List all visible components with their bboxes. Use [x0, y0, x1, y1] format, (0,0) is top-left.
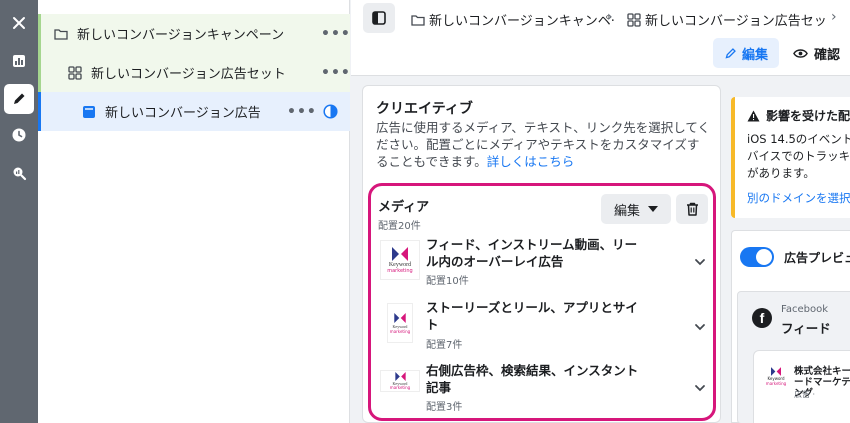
sponsored-label: 広告 ·	[794, 390, 816, 399]
breadcrumb-adset-label: 新しいコンバージョン広告セッ	[645, 14, 827, 29]
icon-rail	[0, 0, 38, 423]
delete-media-button[interactable]	[676, 194, 708, 224]
tree-item-adset[interactable]: 新しいコンバージョン広告セット •••	[38, 53, 350, 92]
ios-alert-card: 影響を受けた配 iOS 14.5のイベント バイスでのトラッキ があります。 別…	[731, 97, 850, 218]
edit-mode-button[interactable]: 編集	[713, 38, 779, 68]
alert-body-line: バイスでのトラッキ	[747, 149, 850, 163]
media-edit-label: 編集	[613, 203, 640, 219]
status-half-circle-icon	[323, 104, 338, 123]
placement-thumbnail: Keyword marketing	[380, 370, 420, 392]
campaign-label: 新しいコンバージョンキャンペーン	[77, 28, 285, 43]
platform-name: Facebook	[781, 304, 828, 315]
keyword-marketing-logo-icon	[394, 372, 406, 381]
pencil-icon[interactable]	[4, 84, 34, 114]
breadcrumb-adset[interactable]: 新しいコンバージョン広告セッ	[627, 10, 827, 29]
preview-label: 広告プレビュ	[784, 251, 850, 265]
chevron-down-icon[interactable]	[694, 382, 706, 394]
creative-card: クリエイティブ 広告に使用するメディア、テキスト、リンク先を選択してください。配…	[362, 85, 721, 423]
adset-more-button[interactable]: •••	[321, 65, 351, 81]
placement-item[interactable]: Keyword marketing 右側広告枠、検索結果、インスタント記事 配置…	[378, 362, 708, 422]
grid-icon	[67, 65, 83, 81]
keyword-marketing-logo-icon	[394, 312, 406, 323]
ad-square-icon	[81, 104, 97, 120]
placement-title: 右側広告枠、検索結果、インスタント記事	[426, 363, 639, 395]
folder-icon	[411, 14, 425, 26]
placement-thumbnail: Keyword marketing	[380, 240, 420, 280]
ad-preview-card: 広告プレビュ f Facebook フィード Keyword marketing…	[731, 230, 850, 423]
media-section: メディア 配置20件 編集 Keyword marketing フィード、インス…	[368, 183, 716, 421]
review-mode-label: 確認	[814, 47, 841, 63]
placement-count: 配置7件	[426, 340, 463, 351]
grid-icon	[627, 12, 641, 27]
select-domain-link[interactable]: 別のドメインを選択	[747, 190, 850, 206]
placement-thumbnail: Keyword marketing	[387, 303, 413, 343]
warning-icon	[747, 110, 760, 121]
placement-item[interactable]: Keyword marketing フィード、インストリーム動画、リール内のオー…	[378, 234, 708, 294]
media-edit-dropdown[interactable]: 編集	[601, 194, 671, 224]
alert-body-line: があります。	[747, 166, 815, 180]
ad-post-preview[interactable]: Keyword marketing 株式会社キーワードマーケティング 広告 ·	[753, 350, 850, 423]
breadcrumb-bar: 新しいコンバージョンキャンペ· › 新しいコンバージョン広告セッ ›	[351, 0, 850, 36]
campaign-more-button[interactable]: •••	[321, 26, 351, 42]
learn-more-link[interactable]: 詳しくはこちら	[487, 154, 575, 169]
chevron-down-icon[interactable]	[694, 256, 706, 268]
chevron-down-icon[interactable]	[694, 321, 706, 333]
clock-icon[interactable]	[4, 120, 34, 150]
creative-title: クリエイティブ	[376, 101, 473, 117]
sidebar-icon	[372, 11, 386, 25]
alert-title-text: 影響を受けた配	[766, 109, 850, 123]
action-bar: 編集 確認	[351, 36, 850, 76]
close-icon[interactable]	[4, 8, 34, 38]
structure-tree: 新しいコンバージョンキャンペーン ••• 新しいコンバージョン広告セット •••…	[38, 0, 350, 423]
search-analytics-icon[interactable]	[4, 158, 34, 188]
keyword-marketing-logo-icon	[392, 246, 408, 261]
alert-body: iOS 14.5のイベント バイスでのトラッキ があります。	[747, 131, 850, 182]
trash-icon	[686, 202, 698, 216]
edit-mode-label: 編集	[741, 47, 768, 63]
breadcrumb-campaign-label: 新しいコンバージョンキャンペ·	[429, 14, 615, 29]
chart-icon[interactable]	[4, 46, 34, 76]
facebook-icon: f	[752, 308, 772, 328]
caret-down-icon	[648, 206, 658, 212]
advertiser-avatar: Keyword marketing	[763, 363, 789, 389]
media-title: メディア	[378, 200, 430, 215]
eye-icon	[793, 48, 808, 58]
placement-count: 配置10件	[426, 276, 469, 287]
folder-icon	[53, 26, 69, 42]
thumbnail-text-marketing: marketing	[389, 328, 411, 334]
thumbnail-text-marketing: marketing	[765, 380, 787, 386]
breadcrumb-campaign[interactable]: 新しいコンバージョンキャンペ·	[411, 10, 615, 29]
placement-count: 配置3件	[426, 402, 463, 413]
placement-name: フィード	[781, 321, 831, 336]
preview-toggle[interactable]	[740, 247, 774, 267]
thumbnail-text-marketing: marketing	[387, 267, 413, 274]
adset-label: 新しいコンバージョン広告セット	[91, 67, 286, 82]
breadcrumb-separator: ›	[831, 9, 837, 25]
placement-title: ストーリーズとリール、アプリとサイト	[426, 300, 638, 332]
thumbnail-text-marketing: marketing	[389, 385, 411, 390]
placement-item[interactable]: Keyword marketing ストーリーズとリール、アプリとサイト 配置7…	[378, 299, 708, 359]
ad-more-button[interactable]: •••	[287, 104, 317, 120]
sidebar-toggle-button[interactable]	[363, 3, 395, 33]
creative-description: 広告に使用するメディア、テキスト、リンク先を選択してください。配置ごとにメディア…	[376, 119, 711, 170]
alert-title: 影響を受けた配	[747, 107, 850, 124]
keyword-marketing-logo-icon	[771, 366, 781, 376]
placement-title: フィード、インストリーム動画、リール内のオーバーレイ広告	[426, 237, 638, 269]
review-mode-button[interactable]: 確認	[793, 38, 840, 68]
media-count: 配置20件	[378, 221, 421, 232]
breadcrumb-separator: ›	[607, 9, 613, 25]
tree-item-ad[interactable]: 新しいコンバージョン広告 •••	[38, 92, 350, 131]
alert-body-line: iOS 14.5のイベント	[747, 132, 850, 146]
tree-item-campaign[interactable]: 新しいコンバージョンキャンペーン •••	[38, 14, 350, 53]
facebook-feed-preview: f Facebook フィード Keyword marketing 株式会社キー…	[737, 291, 850, 423]
pencil-icon	[725, 47, 736, 59]
